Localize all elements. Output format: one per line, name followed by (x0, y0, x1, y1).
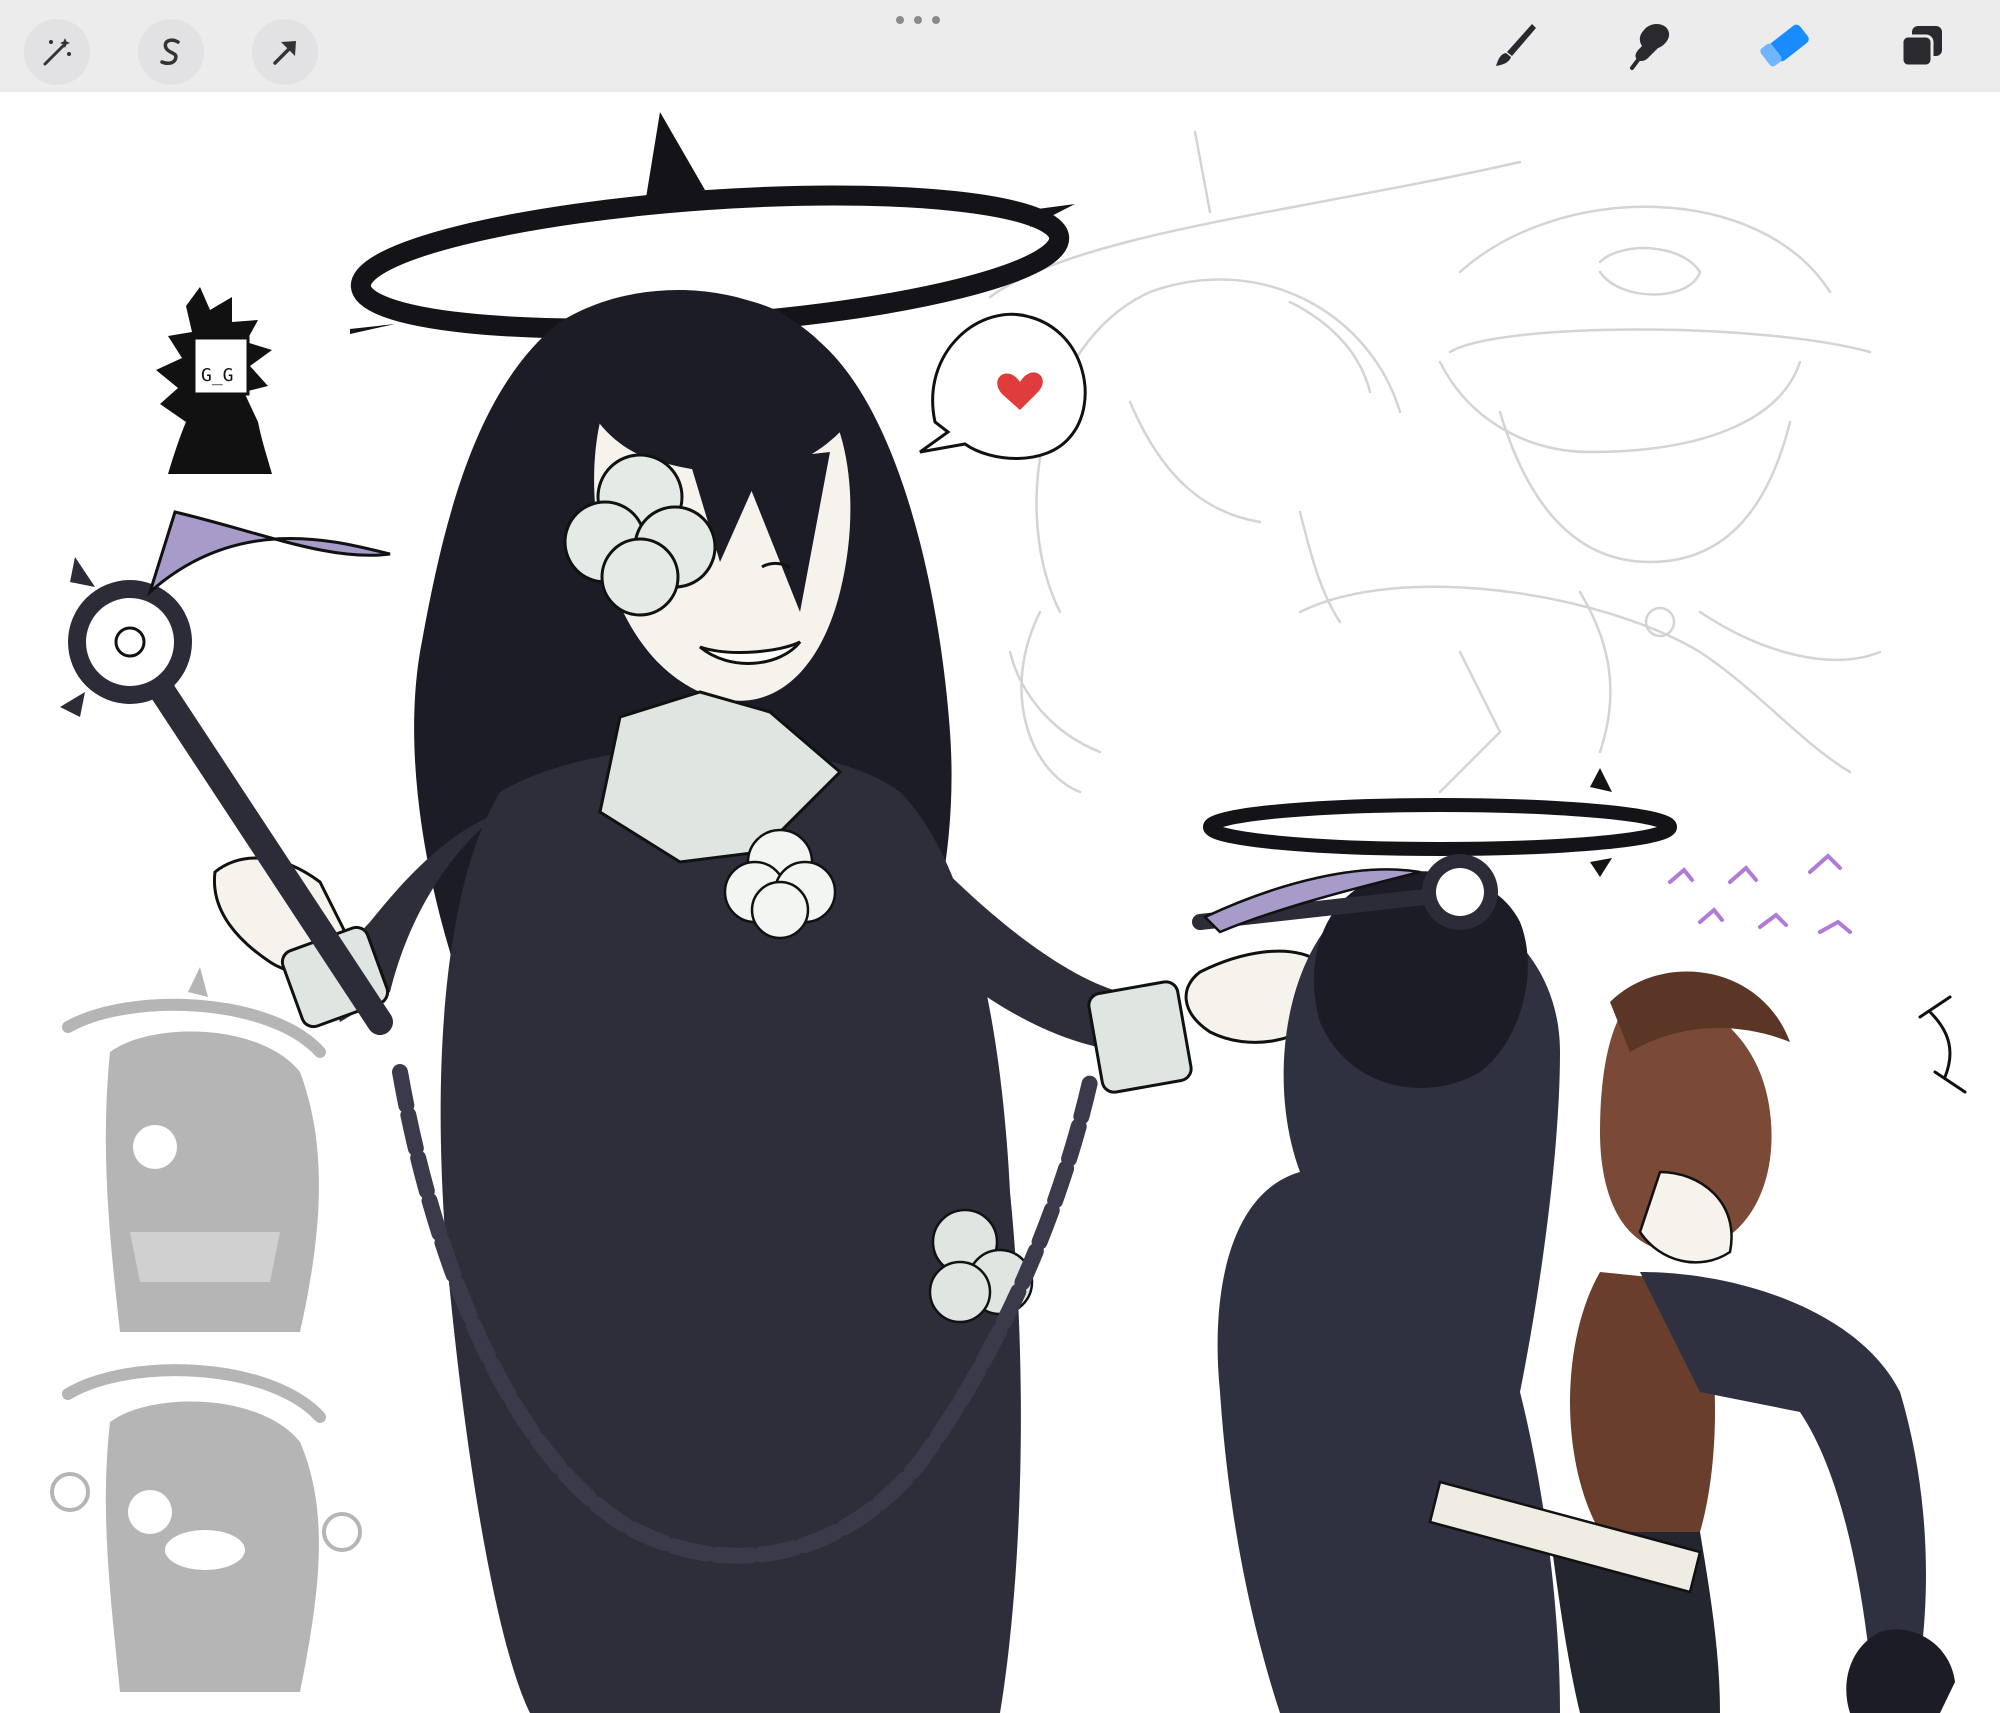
eraser-icon[interactable] (1754, 14, 1818, 78)
floating-hearts (1668, 853, 1852, 934)
layers-icon[interactable] (1890, 14, 1954, 78)
drawing-canvas[interactable]: G_G (0, 92, 2000, 1713)
svg-text:G_G: G_G (201, 365, 234, 386)
ghost-sketch-upper (62, 967, 326, 1332)
procreate-toolbar (0, 0, 2000, 93)
mascot-doodle: G_G (156, 287, 272, 474)
couple-characters (1192, 853, 1967, 1713)
smudge-icon[interactable] (1620, 14, 1684, 78)
artwork: G_G (50, 112, 1967, 1713)
shock-marks (1918, 995, 1967, 1094)
speech-bubble-heart (919, 312, 1087, 460)
adjustments-magic-wand-icon[interactable] (24, 19, 90, 85)
transform-arrow-icon[interactable] (252, 19, 318, 85)
selection-s-icon[interactable] (138, 19, 204, 85)
scythe-main (60, 510, 393, 1035)
toolbar-drag-handle[interactable] (896, 14, 940, 26)
faint-sketch-couple (988, 130, 1882, 794)
ghost-sketch-lower (50, 1364, 362, 1692)
brush-icon[interactable] (1484, 14, 1548, 78)
